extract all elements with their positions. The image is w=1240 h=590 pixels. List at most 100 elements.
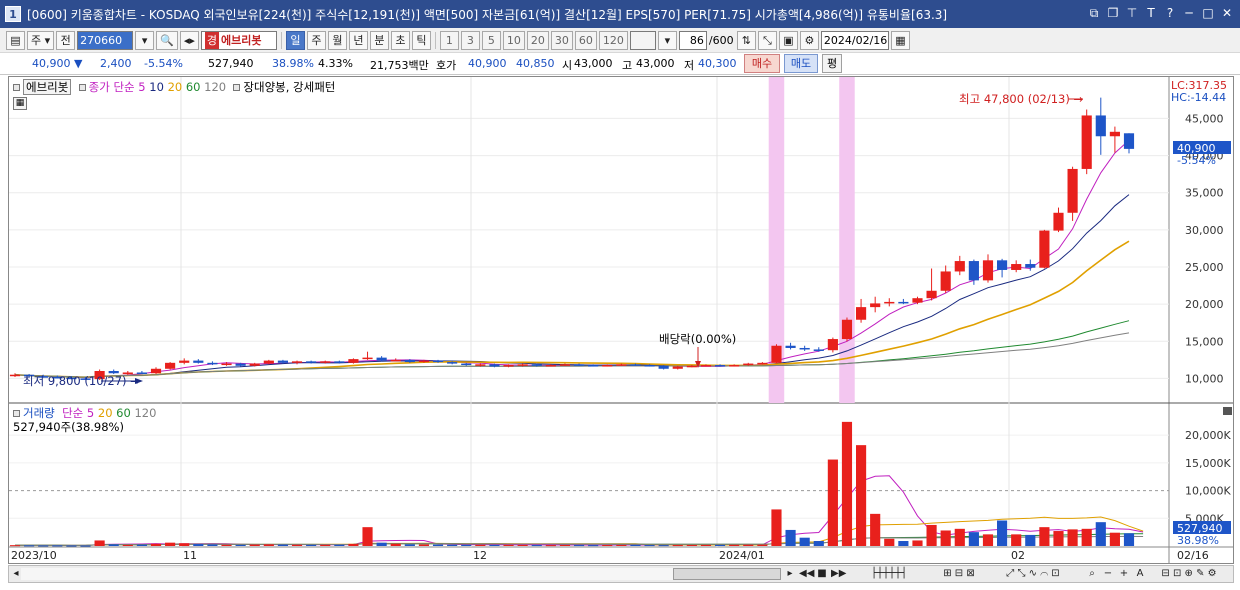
- interval-20-button[interactable]: 20: [526, 30, 549, 50]
- line-tool-icon[interactable]: ⤡: [757, 30, 777, 50]
- period-year-button[interactable]: 년: [348, 30, 368, 50]
- volume-bar: [503, 544, 514, 546]
- calculator-icon[interactable]: ▦: [13, 97, 27, 110]
- rewind-icon[interactable]: ◀◀: [799, 567, 814, 581]
- code-dropdown-icon[interactable]: ▾: [135, 30, 155, 50]
- candle-body: [179, 360, 190, 363]
- legend-ma-label[interactable]: 종가 단순: [89, 80, 135, 94]
- price-legend: 에브리봇 종가 단순 5 10 20 60 120 장대양봉, 강세패턴: [13, 79, 335, 95]
- interval-60-button[interactable]: 60: [574, 30, 597, 50]
- zoom-slider[interactable]: ├┼┼┼┼┤: [859, 567, 919, 581]
- maximize-icon[interactable]: □: [1201, 5, 1215, 21]
- average-button[interactable]: 평: [822, 54, 842, 73]
- volume-bar: [1011, 534, 1022, 546]
- current-volume-pct-text: 38.98%: [1177, 534, 1219, 547]
- signal-highlight-band: [839, 77, 855, 403]
- settings-gear-icon[interactable]: ⚙: [799, 30, 819, 50]
- interval-30-button[interactable]: 30: [550, 30, 573, 50]
- misc-tools-icons[interactable]: ⊟ ⊡ ⊕ ✎ ⚙: [1149, 567, 1229, 581]
- view-mode-icons[interactable]: ⊞ ⊟ ⊠: [929, 567, 989, 581]
- help-icon[interactable]: ?: [1163, 5, 1177, 21]
- minimize-icon[interactable]: ─: [1182, 5, 1196, 21]
- period-dropdown[interactable]: 주 ▾: [27, 30, 55, 50]
- volume-bar: [616, 544, 627, 546]
- candle-body: [517, 364, 528, 366]
- candle-body: [757, 362, 768, 365]
- link-icon[interactable]: ⧉: [1087, 5, 1101, 21]
- candle-body: [644, 365, 655, 367]
- scroll-track[interactable]: [21, 568, 781, 580]
- period-month-button[interactable]: 월: [327, 30, 347, 50]
- stop-icon[interactable]: ■: [815, 567, 829, 581]
- legend-pattern[interactable]: 장대양봉, 강세패턴: [243, 80, 335, 94]
- buy-button[interactable]: 매수: [744, 54, 780, 73]
- interval-10-button[interactable]: 10: [502, 30, 525, 50]
- draw-tools-icons[interactable]: ⤢ ⤡ ∿ ⌒ ⊡: [993, 567, 1073, 581]
- candle-body: [108, 371, 119, 374]
- search-icon[interactable]: 🔍: [156, 30, 178, 50]
- volume-bar: [573, 545, 585, 547]
- window-title-bar: 1 [0600] 키움종합차트 - KOSDAQ 외국인보유[224(천)] 주…: [0, 0, 1240, 28]
- interval-custom-input[interactable]: [629, 30, 656, 50]
- stock-code-input[interactable]: 270660: [77, 30, 134, 50]
- stock-name-box[interactable]: 경 에브리봇: [200, 30, 277, 50]
- chart-canvas[interactable]: 45,00040,00035,00030,00025,00020,00015,0…: [9, 77, 1233, 563]
- text-tool-icon[interactable]: A: [1133, 567, 1147, 581]
- legend-stock-name[interactable]: 에브리봇: [23, 79, 72, 95]
- volume-legend-ma5: 5: [86, 406, 95, 420]
- candle-body: [306, 361, 317, 363]
- window-copy-icon[interactable]: ❐: [1106, 5, 1120, 21]
- candle-body: [1123, 133, 1135, 149]
- volume-bar: [1081, 528, 1092, 546]
- volume-bar: [108, 544, 119, 546]
- font-icon[interactable]: T: [1144, 5, 1158, 21]
- volume-bar: [827, 459, 838, 546]
- pin-icon[interactable]: ⊤: [1125, 5, 1139, 21]
- indicator-icon[interactable]: ⇅: [736, 30, 756, 50]
- period-minute-button[interactable]: 분: [369, 30, 389, 50]
- period-day-button[interactable]: 일: [285, 30, 305, 50]
- fast-forward-icon[interactable]: ▶▶: [831, 567, 846, 581]
- volume-bar: [348, 543, 359, 546]
- zoom-out-icon[interactable]: −: [1101, 567, 1115, 581]
- volume-legend-name[interactable]: 거래량: [23, 406, 55, 420]
- app-icon: 1: [5, 6, 21, 22]
- chart-area[interactable]: 45,000 40,000 35,000 30,000 25,000 20,000 15,0…: [8, 76, 1234, 564]
- zoom-in-icon[interactable]: +: [1117, 567, 1131, 581]
- candle-body: [207, 362, 218, 365]
- date-input[interactable]: 2024/02/16: [820, 30, 889, 50]
- volume-bar: [545, 545, 556, 547]
- volume-bar: [334, 544, 345, 546]
- interval-5-button[interactable]: 5: [481, 30, 501, 50]
- volume-bar: [799, 537, 810, 546]
- period-tick-button[interactable]: 틱: [411, 30, 431, 50]
- prev-button[interactable]: 전: [56, 30, 76, 50]
- count-input[interactable]: 86: [678, 30, 707, 50]
- pane-close-icon[interactable]: [1223, 407, 1232, 415]
- sell-button[interactable]: 매도: [784, 54, 818, 73]
- candle-body: [771, 345, 782, 363]
- chart-menu-icon[interactable]: ▤: [6, 30, 25, 50]
- interval-dropdown-icon[interactable]: ▾: [657, 30, 677, 50]
- sound-icon[interactable]: ◂▸: [179, 30, 199, 50]
- volume-legend-ma-label[interactable]: 단순: [62, 406, 83, 420]
- scroll-thumb[interactable]: [673, 568, 781, 580]
- interval-120-button[interactable]: 120: [598, 30, 628, 50]
- legend-ma120: 120: [204, 80, 227, 94]
- close-icon[interactable]: ✕: [1220, 5, 1234, 21]
- candle-body: [165, 362, 176, 369]
- volume-bar: [1053, 531, 1064, 546]
- period-second-button[interactable]: 초: [390, 30, 410, 50]
- save-icon[interactable]: ▣: [778, 30, 798, 50]
- interval-1-button[interactable]: 1: [439, 30, 459, 50]
- period-week-button[interactable]: 주: [306, 30, 326, 50]
- calendar-icon[interactable]: ▦: [890, 30, 910, 50]
- candle-body: [588, 365, 599, 367]
- volume-bar: [954, 528, 965, 546]
- scroll-right-icon[interactable]: ▸: [783, 567, 797, 581]
- x-axis-label: 02: [1011, 549, 1025, 562]
- chart-scrollbar[interactable]: ◂ ▸ ◀◀ ■ ▶▶ ├┼┼┼┼┤ ⊞ ⊟ ⊠ ⤢ ⤡ ∿ ⌒ ⊡ ⌕ − +…: [8, 565, 1234, 583]
- interval-3-button[interactable]: 3: [460, 30, 480, 50]
- candle-body: [630, 364, 641, 366]
- zoom-search-icon[interactable]: ⌕: [1085, 567, 1099, 581]
